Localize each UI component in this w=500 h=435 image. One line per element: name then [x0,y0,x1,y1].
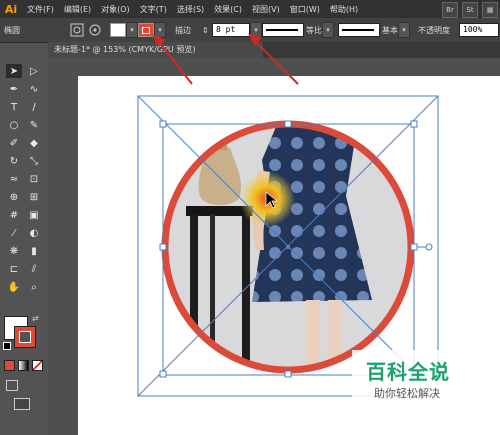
watermark-title: 百科全说 [366,360,450,384]
watermark-subtitle: 助你轻松解决 [374,387,440,400]
annotation-arrows [152,33,299,85]
watermark: 百科全说 助你轻松解决 [352,350,464,406]
center-point [286,245,290,249]
